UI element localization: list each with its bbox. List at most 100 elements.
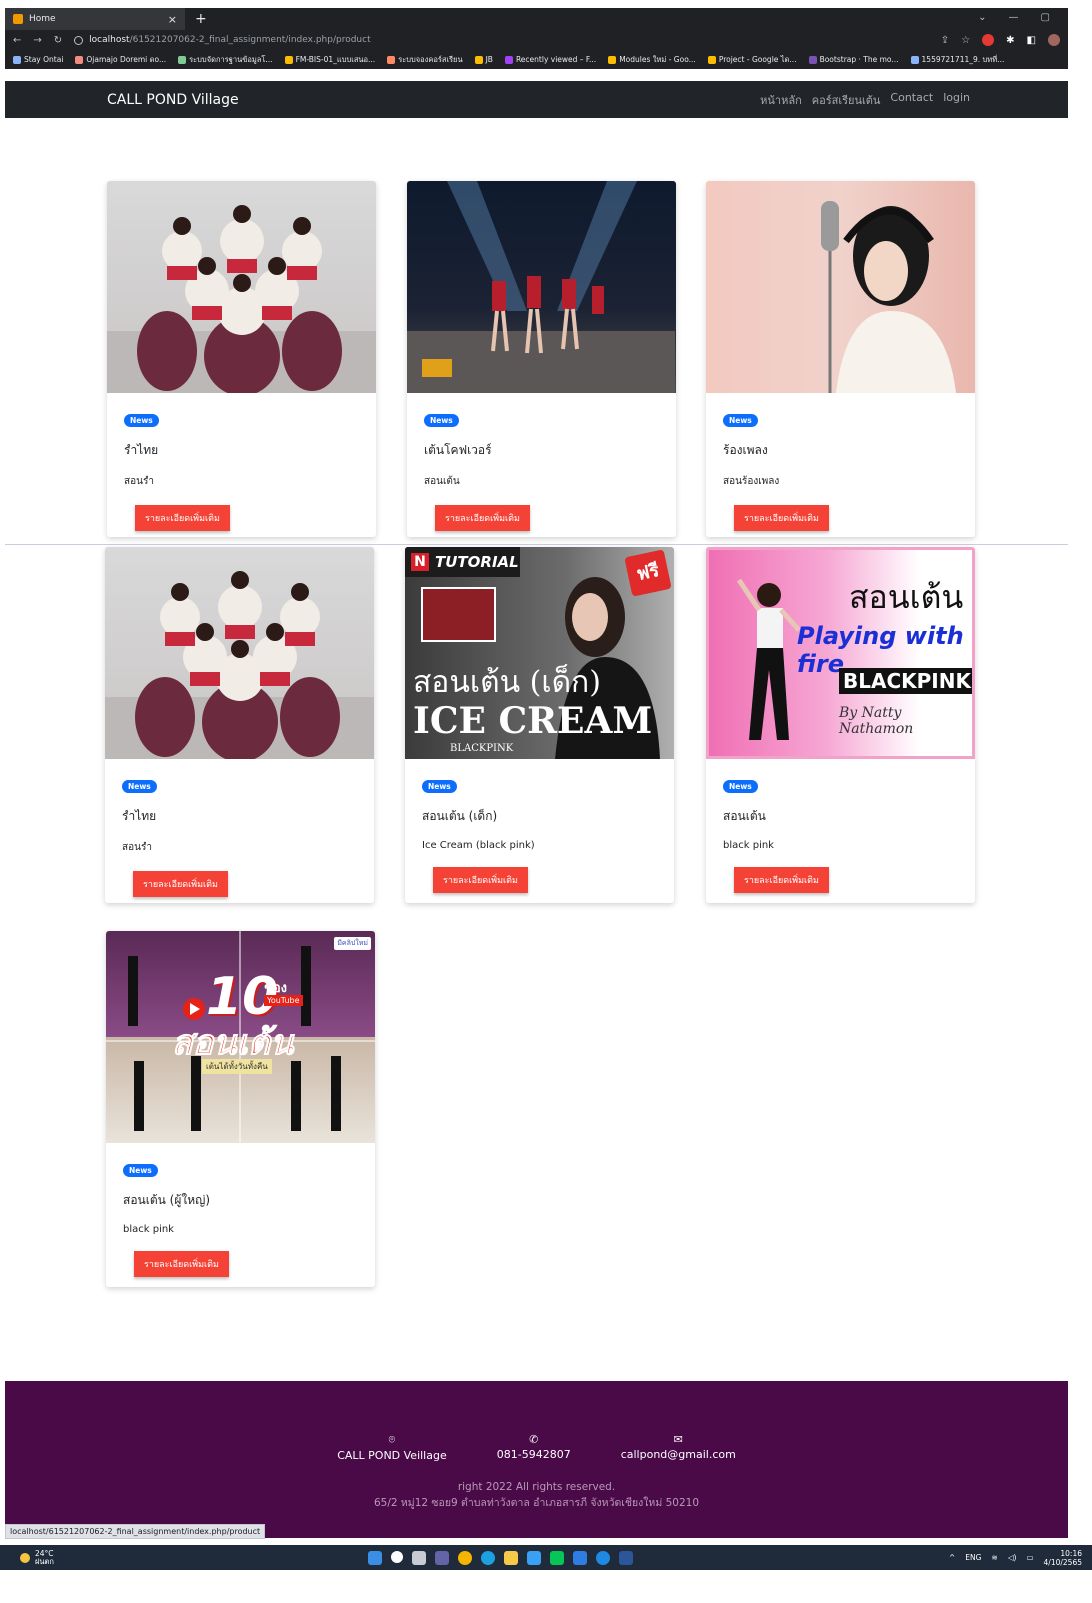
card-body: News สอนเต้น (ผู้ใหญ่) black pink รายละเ… — [106, 1143, 375, 1277]
bookmark-star-icon[interactable]: ☆ — [961, 35, 970, 46]
footer-phone: ✆ 081-5942807 — [497, 1433, 571, 1462]
map-pin-icon: ⌾ — [388, 1433, 396, 1446]
chrome-icon[interactable] — [458, 1550, 472, 1565]
line-icon[interactable] — [550, 1550, 564, 1565]
more-details-button[interactable]: รายละเอียดเพิ่มเติม — [734, 867, 829, 893]
card-title: รำไทย — [122, 809, 157, 823]
search-icon[interactable] — [391, 1550, 403, 1563]
card-image-singing — [706, 181, 975, 393]
more-details-button[interactable]: รายละเอียดเพิ่มเติม — [135, 505, 230, 531]
nav-link-login[interactable]: login — [943, 91, 970, 109]
bookmark-item[interactable]: FM-BIS-01_แบบเสนอ... — [284, 54, 375, 66]
bookmark-item[interactable]: Ojamajo Doremi ดo... — [75, 54, 166, 66]
copyright-text: right 2022 All rights reserved. — [457, 1481, 616, 1493]
more-details-button[interactable]: รายละเอียดเพิ่มเติม — [435, 505, 530, 531]
adblock-extension-icon[interactable] — [982, 34, 995, 46]
bookmark-item[interactable]: Bootstrap · The mo... — [808, 55, 899, 64]
thumb-author: By Natty Nathamon — [839, 705, 914, 737]
windows-taskbar: 24°C ฝนตก ^ ENG ≋ ◁) ▭ 10:16 4/10/2565 — [0, 1545, 1092, 1570]
weather-desc: ฝนตก — [35, 1556, 54, 1566]
bookmark-item[interactable]: JB — [474, 55, 493, 64]
product-card: News เต้นโคฟเวอร์ สอนเต้น รายละเอียดเพิ่… — [407, 181, 676, 537]
bookmark-label: Recently viewed – F... — [515, 55, 597, 64]
bookmark-item[interactable]: Modules ใหม่ - Goo... — [608, 54, 696, 66]
card-subtitle: สอนรำ — [124, 476, 154, 487]
chevron-up-icon[interactable]: ^ — [949, 1553, 955, 1562]
maximize-icon[interactable]: ▢ — [1041, 12, 1050, 23]
battery-icon[interactable]: ▭ — [1026, 1553, 1033, 1562]
thumb-new-clip-tag: มีคลิปใหม่ — [334, 937, 371, 950]
bookmark-label: Stay Ontai — [24, 55, 64, 64]
system-tray: ^ ENG ≋ ◁) ▭ 10:16 4/10/2565 — [949, 1549, 1082, 1567]
more-details-button[interactable]: รายละเอียดเพิ่มเติม — [134, 1251, 229, 1277]
bookmark-item[interactable]: ระบบจัดการฐานข้อมูลโ... — [178, 54, 273, 66]
more-details-button[interactable]: รายละเอียดเพิ่มเติม — [133, 871, 228, 897]
card-title: สอนเต้น — [723, 809, 766, 823]
toolbar-icons: ⇪ ☆ ✱ ◧ — [941, 34, 1060, 46]
nav-link-home[interactable]: หน้าหลัก — [760, 91, 802, 109]
wifi-icon[interactable]: ≋ — [991, 1553, 997, 1562]
volume-icon[interactable]: ◁) — [1008, 1553, 1017, 1562]
bookmark-label: 1559721711_9. บทที่... — [921, 54, 1005, 64]
share-icon[interactable]: ⇪ — [941, 35, 949, 46]
bookmark-item[interactable]: ระบบจองคอร์สเรียน — [387, 54, 463, 66]
bookmark-item[interactable]: Recently viewed – F... — [504, 55, 597, 64]
vscode-icon[interactable] — [573, 1550, 587, 1565]
back-icon[interactable]: ← — [13, 35, 21, 46]
more-details-button[interactable]: รายละเอียดเพิ่มเติม — [433, 867, 528, 893]
stage-dancers-illustration — [407, 181, 675, 393]
more-details-button[interactable]: รายละเอียดเพิ่มเติม — [734, 505, 829, 531]
weather-widget[interactable]: 24°C ฝนตก — [20, 1549, 54, 1566]
task-view-icon[interactable] — [412, 1550, 426, 1565]
close-tab-icon[interactable]: × — [168, 13, 177, 26]
forward-icon[interactable]: → — [33, 35, 41, 46]
teams-icon[interactable] — [435, 1550, 449, 1565]
clock-time: 10:16 — [1060, 1548, 1082, 1558]
card-subtitle: Ice Cream (black pink) — [422, 840, 535, 851]
bookmark-favicon-icon — [474, 56, 483, 64]
card-title: ร้องเพลง — [723, 443, 768, 457]
bookmark-item[interactable]: 1559721711_9. บทที่... — [910, 54, 1005, 66]
tab-bar: Home × + ⌄ — ▢ — [5, 8, 1068, 30]
news-badge: News — [124, 414, 159, 427]
bookmark-item[interactable]: Stay Ontai — [13, 55, 63, 64]
product-card: สอนเต้น Playing with fire BLACKPINK By N… — [706, 547, 975, 903]
site-footer: ⌾ CALL POND Veillage ✆ 081-5942807 ✉ cal… — [5, 1381, 1068, 1538]
news-badge: News — [123, 1164, 158, 1177]
url-field[interactable]: localhost/61521207062-2_final_assignment… — [74, 35, 371, 45]
extensions-icon[interactable]: ✱ — [1006, 35, 1014, 46]
clock[interactable]: 10:16 4/10/2565 — [1044, 1549, 1082, 1567]
bookmark-label: Modules ใหม่ - Goo... — [619, 54, 696, 64]
phone-icon: ✆ — [529, 1433, 539, 1446]
product-card: News ร้องเพลง สอนร้องเพลง รายละเอียดเพิ่… — [706, 181, 975, 537]
tab-search-icon[interactable]: ⌄ — [978, 12, 986, 23]
bookmark-favicon-icon — [910, 55, 919, 64]
bookmark-item[interactable]: Project - Google ได... — [707, 54, 797, 66]
thumb-blackpink: BLACKPINK — [839, 668, 972, 694]
bookmark-favicon-icon — [608, 55, 617, 64]
language-indicator[interactable]: ENG — [965, 1553, 981, 1562]
moon-icon — [20, 1552, 30, 1563]
thumb-thai-title: สอนเต้น (เด็ก) — [413, 665, 601, 700]
reload-icon[interactable]: ↻ — [54, 35, 62, 46]
minimize-icon[interactable]: — — [1009, 12, 1019, 23]
footer-email-text[interactable]: callpond@gmail.com — [621, 1448, 736, 1461]
bookmark-favicon-icon — [387, 55, 396, 64]
word-icon[interactable] — [619, 1550, 633, 1565]
start-icon[interactable] — [368, 1550, 382, 1565]
new-tab-button[interactable]: + — [195, 11, 207, 27]
site-info-icon[interactable] — [74, 35, 84, 45]
thumb-blackpink: BLACKPINK — [450, 743, 514, 754]
store-icon[interactable] — [527, 1550, 541, 1565]
file-explorer-icon[interactable] — [504, 1550, 518, 1565]
teamviewer-icon[interactable] — [596, 1550, 610, 1565]
navbar-brand[interactable]: CALL POND Village — [107, 92, 239, 108]
side-panel-icon[interactable]: ◧ — [1027, 35, 1036, 46]
profile-avatar-icon[interactable] — [1048, 34, 1060, 46]
browser-tab[interactable]: Home × — [5, 8, 185, 30]
edge-icon[interactable] — [481, 1550, 495, 1565]
bookmark-favicon-icon — [178, 55, 187, 64]
nav-link-contact[interactable]: Contact — [890, 91, 933, 109]
nav-link-courses[interactable]: คอร์สเรียนเต้น — [812, 91, 881, 109]
taskbar-apps — [368, 1550, 633, 1565]
